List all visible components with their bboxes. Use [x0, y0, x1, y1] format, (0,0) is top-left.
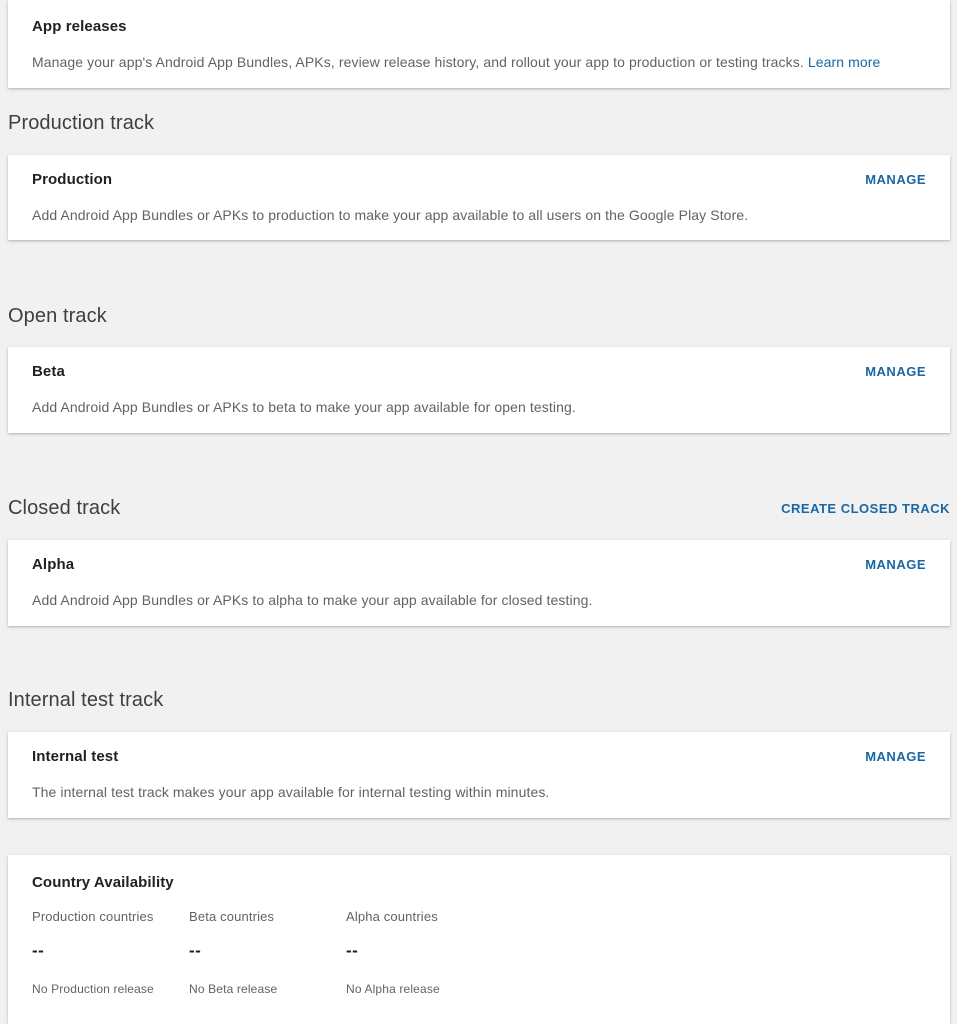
- section-header-production-track: Production track: [8, 110, 950, 136]
- section-title-production-track: Production track: [8, 112, 155, 134]
- track-card-production: Production MANAGE Add Android App Bundle…: [8, 155, 950, 240]
- section-header-internal-test-track: Internal test track: [8, 687, 950, 713]
- track-card-internal-test: Internal test MANAGE The internal test t…: [8, 732, 950, 818]
- country-column-production: Production countries -- No Production re…: [32, 909, 189, 997]
- section-header-open-track: Open track: [8, 303, 950, 329]
- section-title-closed-track: Closed track: [8, 497, 121, 519]
- country-column-alpha: Alpha countries -- No Alpha release: [346, 909, 503, 997]
- track-title-alpha: Alpha: [32, 556, 75, 573]
- country-column-label: Beta countries: [189, 909, 275, 924]
- section-title-open-track: Open track: [8, 305, 107, 327]
- country-availability-columns: Production countries -- No Production re…: [32, 909, 926, 997]
- country-column-value: --: [346, 941, 359, 960]
- track-card-alpha: Alpha MANAGE Add Android App Bundles or …: [8, 540, 950, 626]
- country-column-label: Production countries: [32, 909, 154, 924]
- manage-button-production[interactable]: MANAGE: [865, 172, 926, 187]
- section-header-closed-track: Closed track CREATE CLOSED TRACK: [8, 495, 950, 521]
- create-closed-track-button[interactable]: CREATE CLOSED TRACK: [781, 501, 950, 516]
- track-description-production: Add Android App Bundles or APKs to produ…: [32, 207, 749, 223]
- track-card-alpha-content: Alpha MANAGE Add Android App Bundles or …: [8, 540, 950, 610]
- track-title-beta: Beta: [32, 363, 65, 380]
- country-column-note: No Production release: [32, 982, 154, 996]
- country-column-label: Alpha countries: [346, 909, 438, 924]
- track-card-beta: Beta MANAGE Add Android App Bundles or A…: [8, 347, 950, 433]
- track-card-internal-test-content: Internal test MANAGE The internal test t…: [8, 732, 950, 802]
- track-title-production: Production: [32, 171, 113, 188]
- app-releases-card-content: App releases Manage your app's Android A…: [8, 0, 950, 72]
- track-card-production-header: Production MANAGE: [32, 171, 926, 188]
- country-availability-card: Country Availability Production countrie…: [8, 855, 950, 1024]
- app-releases-page: App releases Manage your app's Android A…: [0, 0, 957, 1024]
- track-card-internal-test-header: Internal test MANAGE: [32, 748, 926, 765]
- page-title: App releases: [32, 18, 127, 35]
- track-description-beta: Add Android App Bundles or APKs to beta …: [32, 399, 576, 415]
- country-column-beta: Beta countries -- No Beta release: [189, 909, 346, 997]
- manage-button-internal-test[interactable]: MANAGE: [865, 749, 926, 764]
- country-column-value: --: [32, 941, 45, 960]
- track-card-production-content: Production MANAGE Add Android App Bundle…: [8, 155, 950, 225]
- manage-button-alpha[interactable]: MANAGE: [865, 557, 926, 572]
- country-column-note: No Beta release: [189, 982, 278, 996]
- country-availability-title: Country Availability: [32, 874, 174, 891]
- app-releases-description: Manage your app's Android App Bundles, A…: [32, 52, 926, 72]
- app-releases-card: App releases Manage your app's Android A…: [8, 0, 950, 88]
- track-card-alpha-header: Alpha MANAGE: [32, 556, 926, 573]
- learn-more-link[interactable]: Learn more: [808, 54, 881, 70]
- track-description-internal-test: The internal test track makes your app a…: [32, 784, 550, 800]
- track-card-beta-content: Beta MANAGE Add Android App Bundles or A…: [8, 347, 950, 417]
- section-title-internal-test-track: Internal test track: [8, 689, 164, 711]
- manage-button-beta[interactable]: MANAGE: [865, 364, 926, 379]
- country-column-note: No Alpha release: [346, 982, 440, 996]
- country-availability-content: Country Availability Production countrie…: [8, 855, 950, 997]
- country-column-value: --: [189, 941, 202, 960]
- app-releases-description-text: Manage your app's Android App Bundles, A…: [32, 54, 804, 70]
- track-card-beta-header: Beta MANAGE: [32, 363, 926, 380]
- track-title-internal-test: Internal test: [32, 748, 119, 765]
- track-description-alpha: Add Android App Bundles or APKs to alpha…: [32, 592, 593, 608]
